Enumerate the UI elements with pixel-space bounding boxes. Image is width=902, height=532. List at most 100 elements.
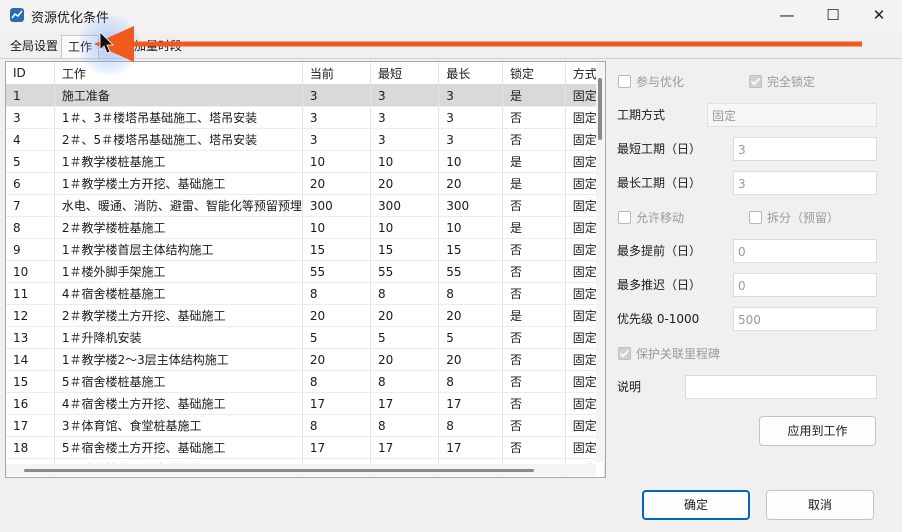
table-cell: 是 xyxy=(502,84,566,107)
table-cell: 3 xyxy=(438,84,503,107)
checkbox-box xyxy=(749,211,762,224)
table-cell: 4＃宿舍楼桩基施工 xyxy=(54,282,303,305)
table-cell: 15 xyxy=(302,238,372,261)
table-cell: 2＃、5＃楼塔吊基础施工、塔吊安装 xyxy=(54,128,303,151)
table-cell: 20 xyxy=(302,348,372,371)
table-cell: 20 xyxy=(302,304,372,327)
table-cell: 11 xyxy=(6,282,55,305)
table-row[interactable]: 18 5＃宿舍楼土方开挖、基础施工 17 17 17 否固定 xyxy=(6,436,605,459)
table-row[interactable]: 17 3＃体育馆、食堂桩基施工 8 8 8 否固定 xyxy=(6,414,605,437)
full-lock-checkbox[interactable]: 完全锁定 xyxy=(749,73,815,90)
table-row[interactable]: 9 1＃教学楼首层主体结构施工 15 15 15 否固定 xyxy=(6,238,605,261)
table-row[interactable]: 3 1＃、3＃楼塔吊基础施工、塔吊安装 3 3 3 否固定 xyxy=(6,106,605,129)
work-grid: ID 工作 当前 最短 最长 锁定 方式 1 施工准备 3 3 3 是固定 3 1＃、3＃楼塔吊基础施工、… xyxy=(6,62,605,477)
column-header[interactable]: 当前 xyxy=(302,62,372,85)
table-cell: 3 xyxy=(370,128,440,151)
column-header[interactable]: 最短 xyxy=(370,62,440,85)
table-row[interactable]: 11 4＃宿舍楼桩基施工 8 8 8 否固定 xyxy=(6,282,605,305)
table-row[interactable]: 13 1＃升降机安装 5 5 5 否固定 xyxy=(6,326,605,349)
table-cell: 8 xyxy=(302,370,372,393)
participate-checkbox[interactable]: 参与优化 xyxy=(618,73,684,90)
max-duration-label: 最长工期（日） xyxy=(617,176,702,190)
table-row[interactable]: 1 施工准备 3 3 3 是固定 xyxy=(6,84,605,107)
cancel-button[interactable]: 取消 xyxy=(766,490,874,520)
tab-global-settings[interactable]: 全局设置 xyxy=(4,35,64,57)
table-row[interactable]: 14 1＃教学楼2～3层主体结构施工 20 20 20 否固定 xyxy=(6,348,605,371)
max-advance-field[interactable]: 0 xyxy=(733,239,877,263)
table-cell: 8 xyxy=(302,414,372,437)
split-label: 拆分（预留） xyxy=(767,211,840,225)
checkbox-checked xyxy=(749,75,762,88)
column-header[interactable]: 锁定 xyxy=(502,62,566,85)
column-header[interactable]: 最长 xyxy=(438,62,503,85)
table-cell: 2＃教学楼土方开挖、基础施工 xyxy=(54,304,303,327)
table-row[interactable]: 15 5＃宿舍楼桩基施工 8 8 8 否固定 xyxy=(6,370,605,393)
table-cell: 17 xyxy=(302,392,372,415)
table-cell: 3 xyxy=(302,128,372,151)
table-cell: 16 xyxy=(6,392,55,415)
table-cell: 是 xyxy=(502,172,566,195)
table-row[interactable]: 6 1＃教学楼土方开挖、基础施工 20 20 20 是固定 xyxy=(6,172,605,195)
table-row[interactable]: 8 2＃教学楼桩基施工 10 10 10 是固定 xyxy=(6,216,605,239)
ok-button[interactable]: 确定 xyxy=(642,490,750,520)
priority-field[interactable]: 500 xyxy=(733,307,877,331)
table-cell: 20 xyxy=(438,172,503,195)
tab-add-period[interactable]: 加量时段 xyxy=(128,35,188,57)
max-delay-label: 最多推迟（日） xyxy=(617,278,702,292)
table-row[interactable]: 16 4＃宿舍楼土方开挖、基础施工 17 17 17 否固定 xyxy=(6,392,605,415)
split-checkbox[interactable]: 拆分（预留） xyxy=(749,209,839,226)
close-icon[interactable]: ✕ xyxy=(856,0,902,32)
table-cell: 10 xyxy=(370,216,440,239)
column-header[interactable]: 工作 xyxy=(54,62,303,85)
note-field[interactable] xyxy=(685,375,877,399)
table-cell: 5 xyxy=(438,326,503,349)
table-cell: 3 xyxy=(370,106,440,129)
table-header: ID 工作 当前 最短 最长 锁定 方式 xyxy=(6,62,605,85)
max-delay-field[interactable]: 0 xyxy=(733,273,877,297)
table-cell: 17 xyxy=(370,392,440,415)
table-cell: 55 xyxy=(438,260,503,283)
table-row[interactable]: 10 1＃楼外脚手架施工 55 55 55 否固定 xyxy=(6,260,605,283)
table-cell: 10 xyxy=(370,150,440,173)
duration-mode-select[interactable]: 固定 xyxy=(707,103,877,127)
table-cell: 否 xyxy=(502,392,566,415)
table-cell: 20 xyxy=(370,172,440,195)
allow-move-checkbox[interactable]: 允许移动 xyxy=(618,209,684,226)
table-cell: 否 xyxy=(502,260,566,283)
vertical-scrollbar[interactable] xyxy=(596,62,605,462)
table-cell: 3 xyxy=(438,128,503,151)
protect-milestone-checkbox[interactable]: 保护关联里程碑 xyxy=(618,345,720,362)
table-cell: 5＃宿舍楼土方开挖、基础施工 xyxy=(54,436,303,459)
max-duration-field[interactable]: 3 xyxy=(733,171,877,195)
table-cell: 18 xyxy=(6,436,55,459)
table-cell: 8 xyxy=(370,414,440,437)
table-row[interactable]: 7 水电、暖通、消防、避雷、智能化等预留预埋 300 300 300 否固定 xyxy=(6,194,605,217)
horizontal-scroll-thumb[interactable] xyxy=(24,469,534,472)
table-cell: 1＃楼外脚手架施工 xyxy=(54,260,303,283)
table-cell: 1＃教学楼首层主体结构施工 xyxy=(54,238,303,261)
table-cell: 5 xyxy=(370,326,440,349)
table-row[interactable]: 4 2＃、5＃楼塔吊基础施工、塔吊安装 3 3 3 否固定 xyxy=(6,128,605,151)
table-cell: 17 xyxy=(6,414,55,437)
table-row[interactable]: 5 1＃教学楼桩基施工 10 10 10 是固定 xyxy=(6,150,605,173)
min-duration-field[interactable]: 3 xyxy=(733,137,877,161)
table-cell: 3 xyxy=(302,106,372,129)
table-cell: 3 xyxy=(438,106,503,129)
priority-label: 优先级 0-1000 xyxy=(617,312,700,326)
table-row[interactable]: 12 2＃教学楼土方开挖、基础施工 20 20 20 是固定 xyxy=(6,304,605,327)
table-cell: 20 xyxy=(302,172,372,195)
window-title: 资源优化条件 xyxy=(31,11,110,26)
maximize-icon[interactable]: ☐ xyxy=(810,0,856,32)
tab-work[interactable]: 工作 xyxy=(61,35,100,58)
horizontal-scrollbar[interactable] xyxy=(6,464,596,476)
duration-mode-label: 工期方式 xyxy=(617,108,666,122)
vertical-scroll-thumb[interactable] xyxy=(598,78,602,140)
table-cell: 水电、暖通、消防、避雷、智能化等预留预埋 xyxy=(54,194,303,217)
table-cell: 1＃教学楼土方开挖、基础施工 xyxy=(54,172,303,195)
column-header[interactable]: ID xyxy=(6,62,55,85)
minimize-icon[interactable]: — xyxy=(764,0,810,32)
full-lock-label: 完全锁定 xyxy=(767,75,816,89)
apply-to-work-button[interactable]: 应用到工作 xyxy=(759,416,876,446)
app-icon xyxy=(10,8,24,22)
table-cell: 17 xyxy=(438,392,503,415)
